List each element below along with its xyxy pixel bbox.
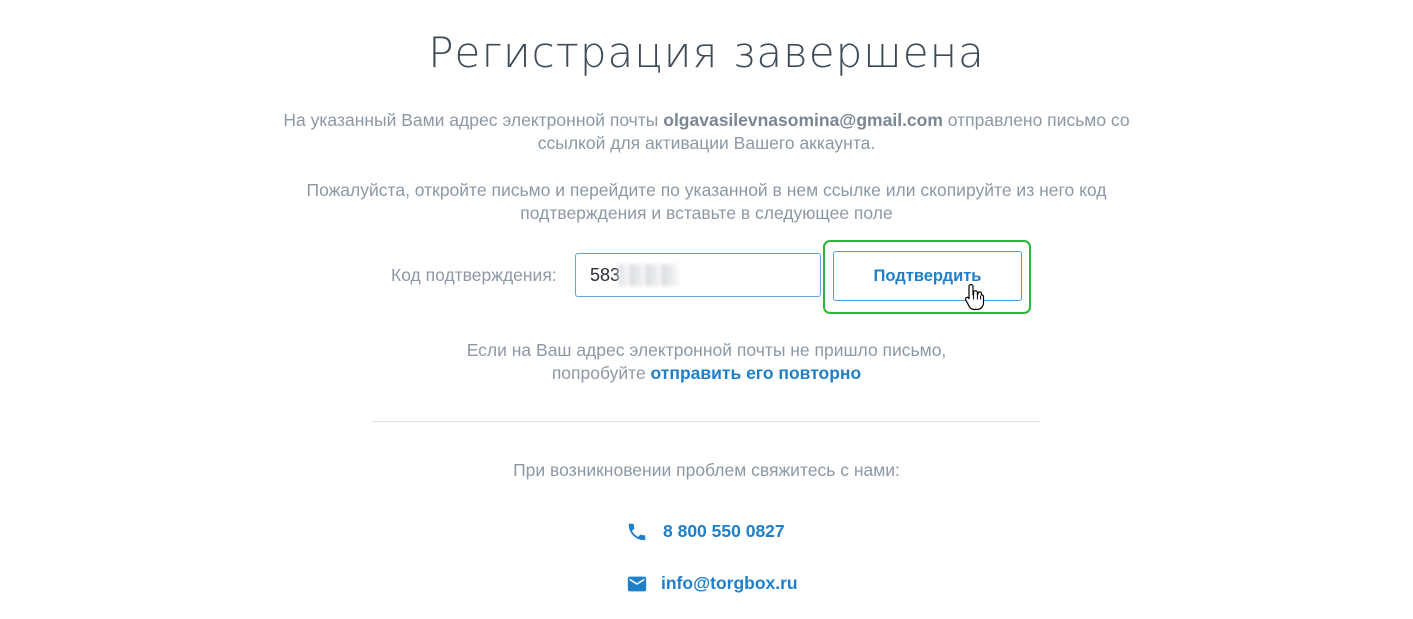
instructions-line1: Пожалуйста, откройте письмо и перейдите …	[306, 180, 1107, 200]
email-sent-text-end: отправлено письмо со	[942, 110, 1130, 130]
email-sent-text-start: На указанный Вами адрес электронной почт…	[283, 110, 664, 130]
confirmation-code-input[interactable]	[575, 253, 821, 297]
confirmation-code-label: Код подтверждения:	[391, 265, 557, 285]
support-phone-row: 8 800 550 0827	[0, 519, 1413, 545]
hand-pointer-cursor-icon	[964, 283, 985, 310]
support-email-link[interactable]: info@torgbox.ru	[661, 573, 798, 594]
registration-complete-page: Регистрация завершена На указанный Вами …	[0, 0, 1413, 619]
resend-text-line1: Если на Ваш адрес электронной почты не п…	[466, 340, 947, 360]
support-phone-link[interactable]: 8 800 550 0827	[663, 521, 785, 542]
redacted-code-blur	[618, 264, 678, 286]
confirmation-code-row: Код подтверждения:	[0, 252, 1413, 298]
support-message: При возникновении проблем свяжитесь с на…	[513, 460, 900, 480]
resend-message: Если на Ваш адрес электронной почты не п…	[0, 339, 1413, 385]
user-email: olgavasilevnasomina@gmail.com	[663, 110, 943, 130]
instructions-message: Пожалуйста, откройте письмо и перейдите …	[0, 179, 1413, 225]
support-email-row: info@torgbox.ru	[0, 571, 1413, 597]
email-sent-text-line2: ссылкой для активации Вашего аккаунта.	[537, 133, 876, 153]
resend-text-prefix: попробуйте	[551, 363, 651, 383]
instructions-line2: подтверждения и вставьте в следующее пол…	[520, 203, 893, 223]
email-sent-message: На указанный Вами адрес электронной почт…	[0, 109, 1413, 155]
page-title: Регистрация завершена	[428, 28, 985, 77]
phone-icon	[628, 523, 646, 541]
resend-email-link[interactable]: отправить его повторно	[651, 363, 862, 383]
mail-icon	[627, 576, 647, 592]
confirm-button[interactable]: Подтвердить	[833, 251, 1022, 301]
section-divider	[372, 421, 1041, 422]
